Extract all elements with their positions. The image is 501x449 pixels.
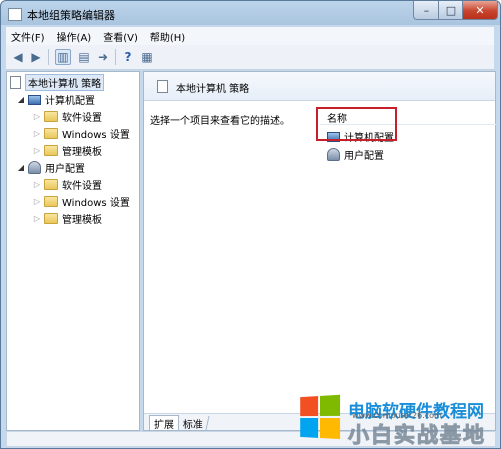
folder-icon (44, 128, 58, 139)
menu-help[interactable]: 帮助(H) (150, 29, 185, 44)
details-header-title: 本地计算机 策略 (176, 84, 250, 95)
menu-view[interactable]: 查看(V) (103, 29, 138, 44)
help-icon[interactable]: ? (120, 49, 136, 65)
main-window: 本地组策略编辑器 – □ ✕ 文件(F) 操作(A) 查看(V) 帮助(H) ◀… (0, 0, 501, 449)
logo-green-pane (320, 394, 341, 416)
title-bar[interactable]: 本地组策略编辑器 – □ ✕ (1, 1, 500, 26)
list-item-label: 用户配置 (344, 151, 384, 162)
computer-icon (28, 94, 41, 105)
menu-file[interactable]: 文件(F) (11, 29, 45, 44)
tree-item-label: 管理模板 (62, 215, 102, 226)
window-title: 本地组策略编辑器 (27, 9, 115, 22)
watermark: 电脑软硬件教程网 www.computer26.com 小白实战基地 (296, 393, 497, 448)
description-text: 选择一个项目来查看它的描述。 (150, 116, 290, 127)
tab-standard-label: 标准 (183, 419, 203, 431)
collapsed-arrow-icon[interactable]: ▷ (33, 112, 41, 121)
collapsed-arrow-icon[interactable]: ▷ (33, 129, 41, 138)
tab-standard[interactable]: 标准 (177, 416, 210, 431)
toolbar: ◀ ▶ ▥ ▤ ➜ ? ▦ (6, 45, 494, 70)
watermark-subtitle: 小白实战基地 (348, 423, 486, 448)
folder-icon (44, 213, 58, 224)
tree-item-label: 管理模板 (62, 147, 102, 158)
windows-logo-icon (300, 394, 342, 442)
tree-root-label: 本地计算机 策略 (25, 74, 105, 91)
minimize-button[interactable]: – (413, 1, 440, 20)
tree-item-computer[interactable]: ◢ 计算机配置 (17, 92, 95, 107)
policy-document-icon (157, 80, 168, 93)
collapsed-arrow-icon[interactable]: ▷ (33, 197, 41, 206)
tab-extended[interactable]: 扩展 (149, 415, 179, 431)
app-icon (8, 8, 22, 21)
logo-red-pane (300, 396, 319, 417)
maximize-button[interactable]: □ (438, 1, 464, 20)
folder-icon (44, 179, 58, 190)
toolbar-separator (115, 49, 116, 65)
tree-item-label: Windows 设置 (62, 198, 130, 209)
forward-arrow-icon[interactable]: ▶ (28, 49, 44, 65)
tree-item-admin-templates[interactable]: ▷ 管理模板 (33, 143, 102, 158)
export-list-icon[interactable]: ➜ (95, 49, 111, 65)
show-tree-icon[interactable]: ▥ (55, 49, 71, 65)
close-button[interactable]: ✕ (462, 1, 498, 20)
tree-item-label: Windows 设置 (62, 130, 130, 141)
logo-blue-pane (300, 418, 319, 438)
tree-item-user-software[interactable]: ▷ 软件设置 (33, 177, 102, 192)
policy-document-icon (10, 76, 21, 89)
folder-icon (44, 196, 58, 207)
tree-root[interactable]: 本地计算机 策略 (10, 74, 105, 91)
tree-item-user[interactable]: ◢ 用户配置 (17, 160, 85, 175)
folder-icon (44, 111, 58, 122)
menu-action[interactable]: 操作(A) (57, 29, 92, 44)
tree-item-windows-settings[interactable]: ▷ Windows 设置 (33, 126, 130, 141)
view-pane-icon[interactable]: ▦ (139, 49, 155, 65)
list-item-user[interactable]: 用户配置 (327, 147, 384, 162)
highlight-box (316, 107, 397, 141)
expanded-arrow-icon[interactable]: ◢ (17, 163, 25, 172)
collapsed-arrow-icon[interactable]: ▷ (33, 180, 41, 189)
tree-pane[interactable]: 本地计算机 策略 ◢ 计算机配置 ▷ 软件设置 ▷ Windows 设置 ▷ 管… (6, 71, 140, 431)
tree-item-software[interactable]: ▷ 软件设置 (33, 109, 102, 124)
logo-yellow-pane (320, 418, 341, 440)
back-arrow-icon[interactable]: ◀ (10, 49, 26, 65)
expanded-arrow-icon[interactable]: ◢ (17, 95, 25, 104)
folder-icon (44, 145, 58, 156)
collapsed-arrow-icon[interactable]: ▷ (33, 214, 41, 223)
user-icon (28, 161, 41, 174)
collapsed-arrow-icon[interactable]: ▷ (33, 146, 41, 155)
tree-item-user-admin-templates[interactable]: ▷ 管理模板 (33, 211, 102, 226)
details-pane: 本地计算机 策略 选择一个项目来查看它的描述。 名称 计算机配置 用户配置 扩展… (143, 71, 496, 431)
toolbar-separator (48, 49, 49, 65)
tree-item-label: 软件设置 (62, 113, 102, 124)
user-icon (327, 148, 340, 161)
details-header: 本地计算机 策略 (144, 72, 495, 101)
tree-item-label: 计算机配置 (45, 96, 95, 107)
menu-bar: 文件(F) 操作(A) 查看(V) 帮助(H) (6, 27, 494, 45)
properties-icon[interactable]: ▤ (76, 49, 92, 65)
tree-item-label: 软件设置 (62, 181, 102, 192)
tree-item-label: 用户配置 (45, 164, 85, 175)
tree-item-user-windows-settings[interactable]: ▷ Windows 设置 (33, 194, 130, 209)
